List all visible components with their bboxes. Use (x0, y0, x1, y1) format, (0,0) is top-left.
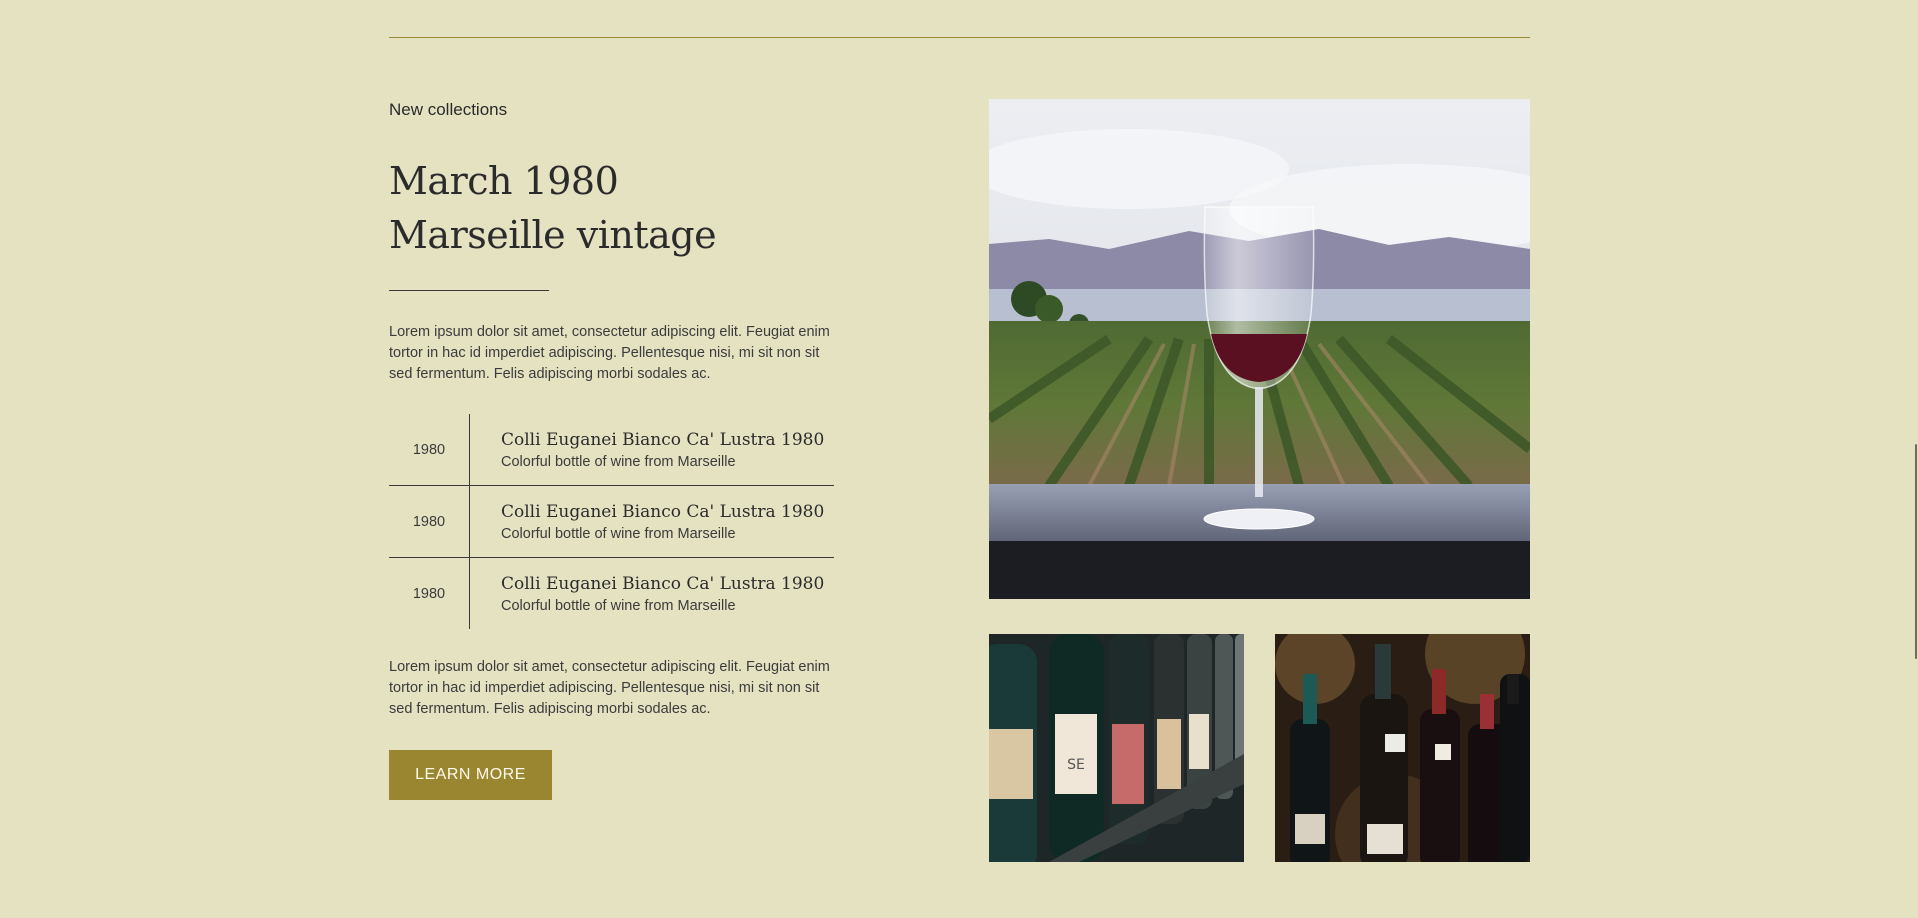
collection-row: 1980 Colli Euganei Bianco Ca' Lustra 198… (389, 557, 834, 629)
intro-paragraph: Lorem ipsum dolor sit amet, consectetur … (389, 324, 830, 382)
collection-wine-name: Colli Euganei Bianco Ca' Lustra 1980 (501, 501, 825, 522)
collection-row: 1980 Colli Euganei Bianco Ca' Lustra 198… (389, 414, 834, 485)
collection-wine-name: Colli Euganei Bianco Ca' Lustra 1980 (501, 429, 825, 450)
collection-year: 1980 (389, 414, 470, 485)
collection-wine-name: Colli Euganei Bianco Ca' Lustra 1980 (501, 573, 825, 594)
svg-text:SE: SE (1067, 757, 1085, 773)
wine-bottles-store-photo (1275, 634, 1530, 862)
learn-more-button[interactable]: LEARN MORE (389, 750, 552, 800)
section-eyebrow: New collections (389, 100, 508, 119)
title-line-1: March 1980 (389, 159, 619, 203)
collection-wine-description: Colorful bottle of wine from Marseille (501, 453, 736, 470)
page-scrollbar[interactable] (1915, 444, 1917, 659)
collection-year: 1980 (389, 558, 470, 629)
title-line-2: Marseille vintage (389, 213, 717, 257)
title-underline (389, 290, 549, 291)
collection-wine-description: Colorful bottle of wine from Marseille (501, 525, 736, 542)
closing-paragraph: Lorem ipsum dolor sit amet, consectetur … (389, 659, 830, 717)
collection-wine-description: Colorful bottle of wine from Marseille (501, 597, 736, 614)
page-title: March 1980 Marseille vintage (389, 154, 717, 262)
collection-list: 1980 Colli Euganei Bianco Ca' Lustra 198… (389, 414, 834, 629)
wine-glass-vineyard-photo (989, 99, 1530, 599)
collection-row: 1980 Colli Euganei Bianco Ca' Lustra 198… (389, 485, 834, 557)
collection-year: 1980 (389, 486, 470, 557)
section-divider (389, 37, 1530, 38)
wine-bottles-shelf-photo: SE (989, 634, 1244, 862)
